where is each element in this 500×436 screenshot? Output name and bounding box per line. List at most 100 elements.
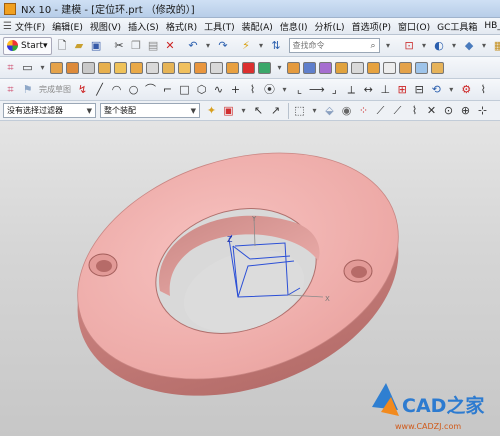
- command-dropdown-icon[interactable]: ▾: [256, 37, 267, 54]
- hole-icon[interactable]: [82, 61, 95, 74]
- snap-point-icon[interactable]: ⁘: [356, 102, 371, 119]
- redo-icon[interactable]: ↷: [216, 37, 231, 54]
- body-select-icon[interactable]: ◉: [339, 102, 354, 119]
- rectangle-icon[interactable]: □: [177, 81, 192, 98]
- search-icon[interactable]: ⌕: [371, 41, 376, 51]
- type-filter-select[interactable]: 没有选择过滤器 ▼: [3, 103, 96, 118]
- menu-gc-toolbox[interactable]: GC工具箱: [437, 20, 477, 33]
- control-point-snap-icon[interactable]: ⌇: [407, 102, 422, 119]
- groove-icon[interactable]: [162, 61, 175, 74]
- sketch-icon[interactable]: ⌗: [3, 59, 18, 76]
- command-search[interactable]: ⌕: [288, 38, 380, 53]
- corner-icon[interactable]: ⌞: [292, 81, 307, 98]
- pad-icon[interactable]: [130, 61, 143, 74]
- offset-curve-icon[interactable]: ⌇: [245, 81, 260, 98]
- unite-icon[interactable]: [194, 61, 207, 74]
- arc-icon[interactable]: ◠: [109, 81, 124, 98]
- chamfer-icon[interactable]: [303, 61, 316, 74]
- mirror-curve-icon[interactable]: ⟂: [344, 81, 359, 98]
- menu-preferences[interactable]: 首选项(P): [352, 20, 391, 33]
- general-selection-icon[interactable]: ✦: [204, 102, 219, 119]
- menu-toggle-icon[interactable]: ☰: [3, 21, 12, 32]
- midpoint-snap-icon[interactable]: ⟋: [390, 102, 405, 119]
- extend-icon[interactable]: ⟶: [309, 81, 325, 98]
- move-face-icon[interactable]: [399, 61, 412, 74]
- quadrant-snap-icon[interactable]: ⊕: [458, 102, 473, 119]
- constrain-dropdown-icon[interactable]: ▾: [446, 81, 457, 98]
- trim-icon[interactable]: ⦿: [262, 81, 277, 98]
- render-dropdown-icon[interactable]: ▾: [449, 37, 460, 54]
- datum-dropdown-icon[interactable]: ▾: [37, 59, 48, 76]
- menu-tools[interactable]: 工具(T): [204, 20, 235, 33]
- menu-assembly[interactable]: 装配(A): [242, 20, 273, 33]
- menu-file[interactable]: 文件(F): [15, 20, 45, 33]
- trim-dropdown-icon[interactable]: ▾: [279, 81, 290, 98]
- menu-insert[interactable]: 插入(S): [128, 20, 159, 33]
- shell-icon[interactable]: [319, 61, 332, 74]
- convert-reference-icon[interactable]: ⊟: [412, 81, 427, 98]
- extrude-icon[interactable]: [50, 61, 63, 74]
- paste-icon[interactable]: ▤: [146, 37, 161, 54]
- thicken-icon[interactable]: [431, 61, 444, 74]
- studio-spline-icon[interactable]: ∿: [211, 81, 226, 98]
- offset-face-icon[interactable]: [367, 61, 380, 74]
- fit-dropdown-icon[interactable]: ▾: [419, 37, 430, 54]
- menu-view[interactable]: 视图(V): [90, 20, 121, 33]
- selection-scope-select[interactable]: 整个装配 ▼: [100, 103, 200, 118]
- menu-analysis[interactable]: 分析(L): [315, 20, 345, 33]
- replace-face-icon[interactable]: [383, 61, 396, 74]
- layer-icon[interactable]: ▦: [492, 37, 500, 54]
- start-button[interactable]: Start▾: [3, 36, 52, 55]
- delete-icon[interactable]: ✕: [163, 37, 178, 54]
- finish-sketch-icon[interactable]: ⚑: [20, 81, 35, 98]
- center-snap-icon[interactable]: ⊙: [441, 102, 456, 119]
- intersection-snap-icon[interactable]: ✕: [424, 102, 439, 119]
- make-corner-icon[interactable]: ⌟: [327, 81, 342, 98]
- chamfer-sketch-icon[interactable]: ⌐: [160, 81, 175, 98]
- select-dropdown-icon[interactable]: ▾: [238, 102, 249, 119]
- render-style-icon[interactable]: ◐: [432, 37, 447, 54]
- quick-dimension-icon[interactable]: ↔: [361, 81, 376, 98]
- subtract-icon[interactable]: [210, 61, 223, 74]
- emboss-icon[interactable]: [178, 61, 191, 74]
- undo-icon[interactable]: ↶: [186, 37, 201, 54]
- intersect-icon[interactable]: [226, 61, 239, 74]
- undo-dropdown-icon[interactable]: ▾: [203, 37, 214, 54]
- menu-window[interactable]: 窗口(O): [398, 20, 430, 33]
- new-file-icon[interactable]: 🗋: [55, 37, 70, 54]
- endpoint-snap-icon[interactable]: ⟋: [373, 102, 388, 119]
- alternate-solution-icon[interactable]: ⌇: [476, 81, 491, 98]
- mirror-icon[interactable]: [258, 61, 271, 74]
- rectangle-dropdown-icon[interactable]: ▾: [309, 102, 320, 119]
- relations-icon[interactable]: ⚙: [459, 81, 474, 98]
- window-switch-icon[interactable]: ⇅: [269, 37, 284, 54]
- open-file-icon[interactable]: ▰: [72, 37, 87, 54]
- save-icon[interactable]: ▣: [89, 37, 104, 54]
- search-dropdown-icon[interactable]: ▾: [383, 37, 394, 54]
- profile-icon[interactable]: ↯: [75, 81, 90, 98]
- select-arrow-icon[interactable]: ↖: [251, 102, 266, 119]
- edge-blend-icon[interactable]: [287, 61, 300, 74]
- revolve-icon[interactable]: [66, 61, 79, 74]
- orient-view-icon[interactable]: ◆: [462, 37, 477, 54]
- line-icon[interactable]: ╱: [92, 81, 107, 98]
- datum-plane-icon[interactable]: ▭: [20, 59, 35, 76]
- show-constraints-icon[interactable]: ⊞: [395, 81, 410, 98]
- pattern-dropdown-icon[interactable]: ▾: [274, 59, 285, 76]
- menu-format[interactable]: 格式(R): [166, 20, 197, 33]
- rectangle-select-icon[interactable]: ⬚: [292, 102, 307, 119]
- menu-hb-m[interactable]: HB_M: [484, 21, 500, 31]
- cut-icon[interactable]: ✂: [112, 37, 127, 54]
- menu-edit[interactable]: 编辑(E): [52, 20, 83, 33]
- pattern-icon[interactable]: [242, 61, 255, 74]
- polygon-icon[interactable]: ⬡: [194, 81, 209, 98]
- graphics-window[interactable]: Z Y X CAD之家: [0, 121, 500, 436]
- command-finder-icon[interactable]: ⚡: [239, 37, 254, 54]
- orient-dropdown-icon[interactable]: ▾: [479, 37, 490, 54]
- geometric-constraints-icon[interactable]: ⊥: [378, 81, 393, 98]
- circle-icon[interactable]: ○: [126, 81, 141, 98]
- fillet-icon[interactable]: ⌒: [143, 81, 158, 98]
- select-highlight-icon[interactable]: ↗: [268, 102, 283, 119]
- cube-select-icon[interactable]: ⬙: [322, 102, 337, 119]
- copy-icon[interactable]: ❐: [129, 37, 144, 54]
